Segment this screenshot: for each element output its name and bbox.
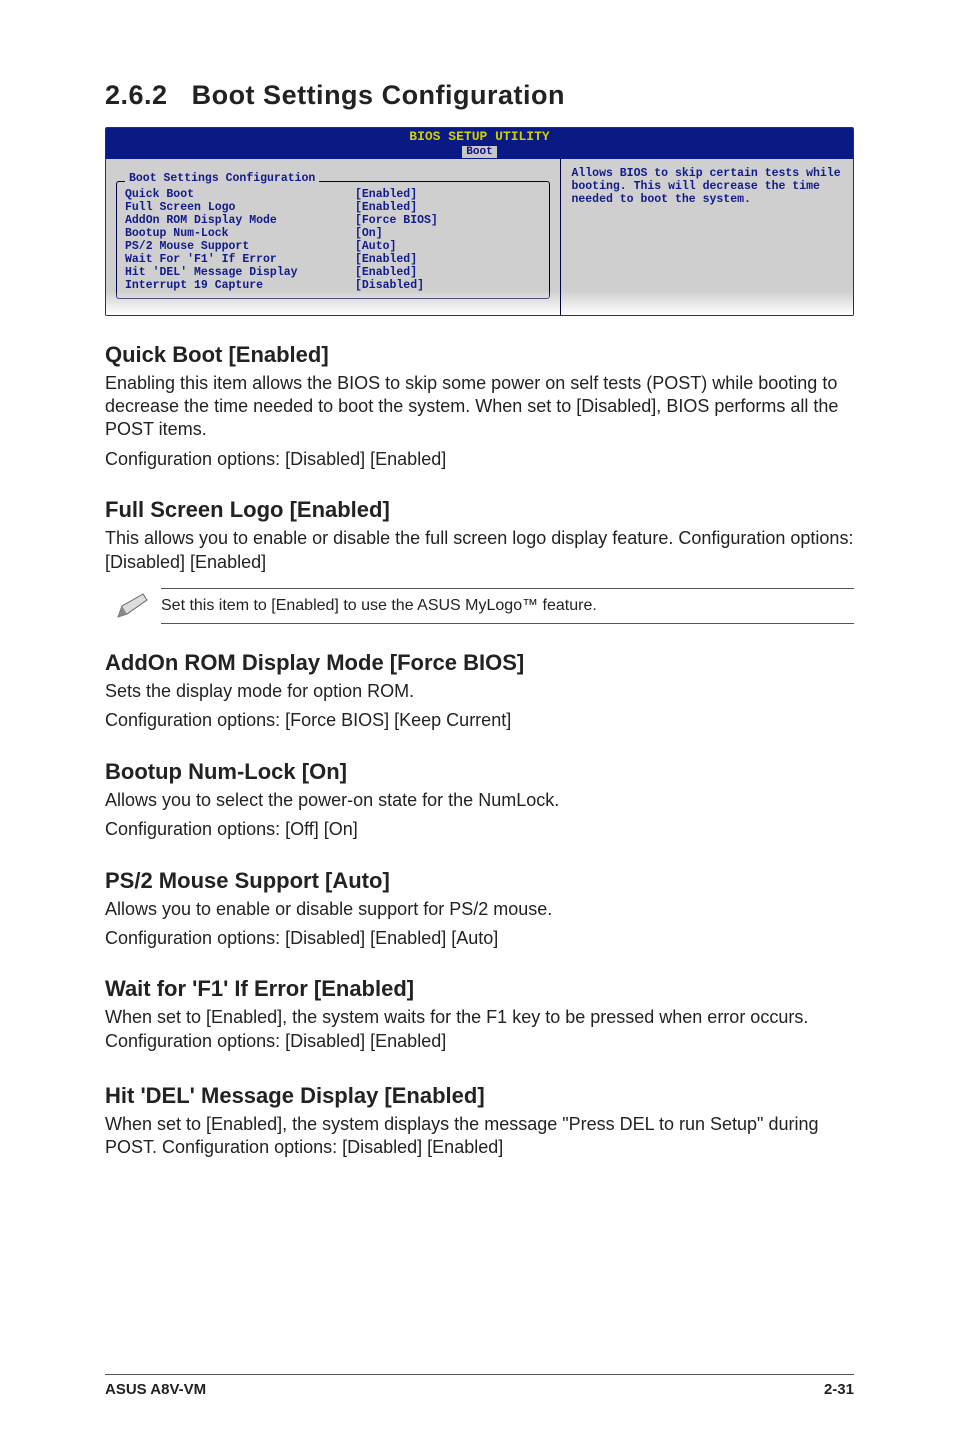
bios-tab-boot: Boot — [462, 146, 496, 158]
bios-box-title: Boot Settings Configuration — [125, 172, 319, 185]
ps2-desc: Allows you to enable or disable support … — [105, 898, 854, 921]
footer-page: 2-31 — [824, 1381, 854, 1398]
section-title: 2.6.2 Boot Settings Configuration — [105, 80, 854, 111]
note-text: Set this item to [Enabled] to use the AS… — [161, 588, 854, 624]
section-number: 2.6.2 — [105, 80, 168, 110]
bios-row: Wait For 'F1' If Error[Enabled] — [125, 253, 541, 266]
del-desc: When set to [Enabled], the system displa… — [105, 1113, 854, 1160]
numlock-heading: Bootup Num-Lock [On] — [105, 759, 854, 785]
full-screen-heading: Full Screen Logo [Enabled] — [105, 497, 854, 523]
f1-heading: Wait for 'F1' If Error [Enabled] — [105, 976, 854, 1002]
bios-row: PS/2 Mouse Support[Auto] — [125, 240, 541, 253]
bios-setting-value: [Enabled] — [355, 188, 541, 201]
page-footer: ASUS A8V-VM 2-31 — [105, 1374, 854, 1398]
numlock-options: Configuration options: [Off] [On] — [105, 818, 854, 841]
bios-utility-title: BIOS SETUP UTILITY — [106, 130, 853, 144]
del-heading: Hit 'DEL' Message Display [Enabled] — [105, 1083, 854, 1109]
bios-setting-value: [Auto] — [355, 240, 541, 253]
bios-setting-label: Wait For 'F1' If Error — [125, 253, 355, 266]
bios-setting-label: PS/2 Mouse Support — [125, 240, 355, 253]
bios-row: Hit 'DEL' Message Display[Enabled] — [125, 266, 541, 279]
bios-row: Quick Boot[Enabled] — [125, 188, 541, 201]
section-name: Boot Settings Configuration — [192, 80, 565, 110]
ps2-heading: PS/2 Mouse Support [Auto] — [105, 868, 854, 894]
note-block: Set this item to [Enabled] to use the AS… — [105, 588, 854, 624]
bios-row: Full Screen Logo[Enabled] — [125, 201, 541, 214]
bios-row: Interrupt 19 Capture[Disabled] — [125, 279, 541, 292]
bios-header: BIOS SETUP UTILITY Boot — [106, 128, 853, 159]
full-screen-desc: This allows you to enable or disable the… — [105, 527, 854, 574]
bios-setting-label: Bootup Num-Lock — [125, 227, 355, 240]
quick-boot-options: Configuration options: [Disabled] [Enabl… — [105, 448, 854, 471]
numlock-desc: Allows you to select the power-on state … — [105, 789, 854, 812]
footer-model: ASUS A8V-VM — [105, 1381, 206, 1398]
bios-setting-value: [Enabled] — [355, 266, 541, 279]
addon-rom-desc: Sets the display mode for option ROM. — [105, 680, 854, 703]
quick-boot-desc: Enabling this item allows the BIOS to sk… — [105, 372, 854, 442]
bios-setting-value: [On] — [355, 227, 541, 240]
f1-desc: When set to [Enabled], the system waits … — [105, 1006, 854, 1053]
bios-row: Bootup Num-Lock[On] — [125, 227, 541, 240]
bios-row: AddOn ROM Display Mode[Force BIOS] — [125, 214, 541, 227]
bios-setting-label: Interrupt 19 Capture — [125, 279, 355, 292]
bios-setting-label: Full Screen Logo — [125, 201, 355, 214]
pencil-icon — [105, 592, 161, 620]
bios-setting-label: Quick Boot — [125, 188, 355, 201]
quick-boot-heading: Quick Boot [Enabled] — [105, 342, 854, 368]
bios-setting-label: Hit 'DEL' Message Display — [125, 266, 355, 279]
bios-setting-value: [Force BIOS] — [355, 214, 541, 227]
bios-setting-label: AddOn ROM Display Mode — [125, 214, 355, 227]
bios-setting-value: [Disabled] — [355, 279, 541, 292]
addon-rom-heading: AddOn ROM Display Mode [Force BIOS] — [105, 650, 854, 676]
bios-setting-value: [Enabled] — [355, 201, 541, 214]
bios-screenshot: BIOS SETUP UTILITY Boot Boot Settings Co… — [105, 127, 854, 316]
ps2-options: Configuration options: [Disabled] [Enabl… — [105, 927, 854, 950]
addon-rom-options: Configuration options: [Force BIOS] [Kee… — [105, 709, 854, 732]
bios-setting-value: [Enabled] — [355, 253, 541, 266]
bios-help-text: Allows BIOS to skip certain tests while … — [571, 167, 843, 206]
